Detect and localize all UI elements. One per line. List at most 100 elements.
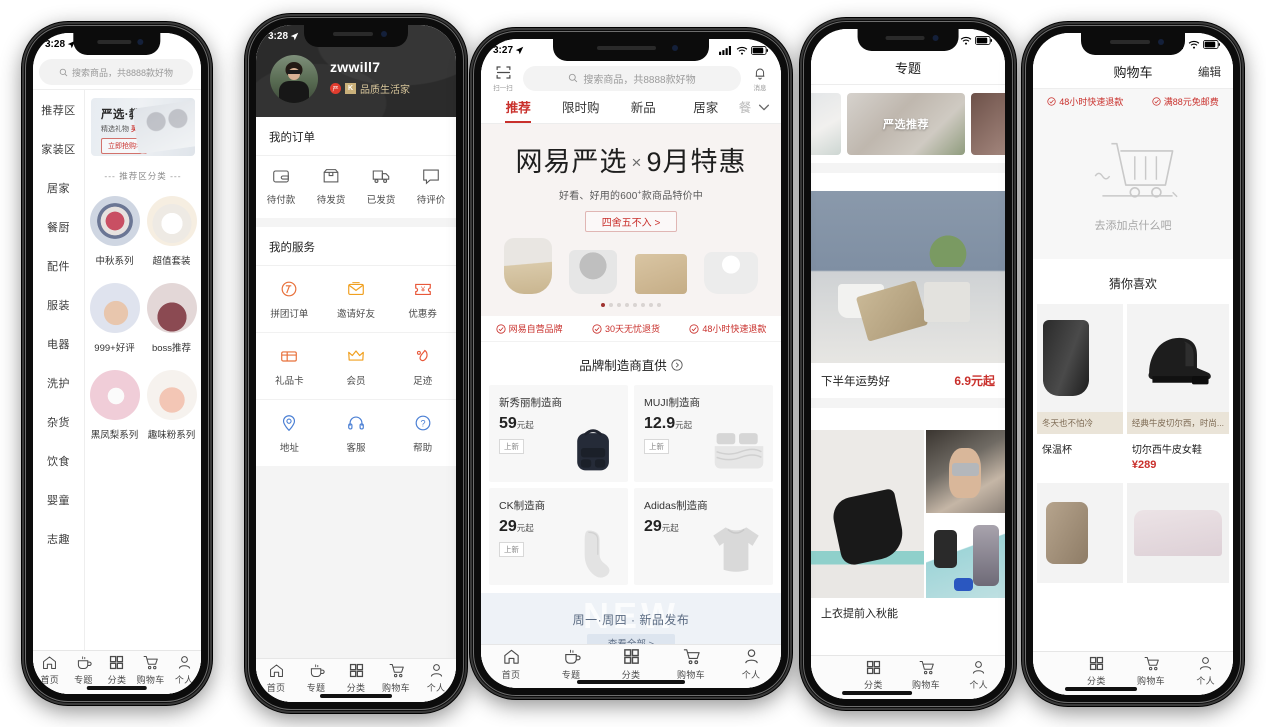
sidebar-item-4[interactable]: 配件 [33,246,84,285]
tab-home-goods[interactable]: 居家 [675,97,738,123]
carousel-dot[interactable] [625,303,629,307]
expand-tabs-button[interactable] [753,100,775,121]
tab-home[interactable]: 首页 [481,647,541,681]
tab-category[interactable]: 分类 [601,647,661,681]
tab-category[interactable]: 分类 [100,654,134,686]
tab-new[interactable]: 新品 [612,97,675,123]
cart-scroll[interactable]: 48小时快速退款 满88元免邮费 去添加点什么吧 猜你喜欢 冬天也不怕冷 保温杯… [1033,89,1233,695]
order-status-review[interactable]: 待评价 [406,166,456,206]
topic-card[interactable]: 严选推荐 [847,93,965,155]
topic-card[interactable]: 挑款! [971,93,1005,155]
tab-profile[interactable]: 个人 [167,654,201,686]
brand-card[interactable]: MUJI制造商 12.9元起 上新 [634,385,773,482]
sidebar-item-7[interactable]: 洗护 [33,363,84,402]
carousel-dots[interactable] [481,298,781,316]
service-coupon[interactable]: ¥ 优惠券 [389,266,456,333]
grid-item[interactable]: boss推荐 [144,277,199,362]
tab-profile[interactable]: 个人 [416,662,456,694]
carousel-dot-active[interactable] [601,303,605,307]
sidebar-item-0[interactable]: 推荐区 [33,90,84,129]
tab-topic[interactable]: 专题 [67,654,101,686]
grid-item[interactable]: 超值套装 [144,190,199,275]
tab-category[interactable]: 分类 [1069,655,1124,687]
search-input[interactable]: 搜索商品，共8888款好物 [39,59,193,85]
tab-topic[interactable]: 专题 [541,647,601,681]
grid-item[interactable]: 趣味粉系列 [144,364,199,449]
product-card[interactable]: 经典牛皮切尔西，时尚... 切尔西牛皮女鞋 ¥289 [1126,304,1229,479]
tab-flash-sale[interactable]: 限时购 [550,97,613,123]
promo-banner[interactable]: 严选·教师节 精选礼物 买1送1 立即抢购> [91,98,195,156]
tab-profile[interactable]: 个人 [1178,655,1233,687]
topic-row-header[interactable]: 下半年运势好 6.9元起 [811,363,1005,398]
category-sidebar[interactable]: 推荐区 家装区 居家 餐厨 配件 服装 电器 洗护 杂货 饮食 婴童 志趣 [33,90,85,694]
tab-cart[interactable]: 购物车 [1124,655,1179,687]
tab-category[interactable]: 分类 [847,659,900,691]
service-gift-card[interactable]: 礼品卡 [256,333,323,400]
tab-category[interactable]: 分类 [336,662,376,694]
brand-card[interactable]: Adidas制造商 29元起 [634,488,773,585]
topic-card-row[interactable]: 严选推荐 挑款! [811,85,1005,163]
grid-item[interactable]: 999+好评 [87,277,142,362]
sidebar-item-8[interactable]: 杂货 [33,402,84,441]
topic-hero-image[interactable] [811,191,1005,363]
service-invite[interactable]: 邀请好友 [322,266,390,333]
topic-scroll[interactable]: 严选推荐 挑款! 下半年运势 [811,85,1005,699]
mosaic-image-large[interactable] [811,430,924,598]
scan-button[interactable]: 扫一扫 [489,64,517,92]
service-group-buy[interactable]: 拼团订单 [256,266,323,333]
service-help[interactable]: ? 帮助 [389,400,456,466]
brand-card[interactable]: CK制造商 29元起 上新 [489,488,628,585]
sidebar-item-6[interactable]: 电器 [33,324,84,363]
service-member[interactable]: 会员 [322,333,390,400]
sidebar-item-11[interactable]: 志趣 [33,519,84,558]
sidebar-item-9[interactable]: 饮食 [33,441,84,480]
topic-mosaic[interactable] [811,430,1005,598]
mosaic-image-gym[interactable] [925,430,1005,513]
tab-home[interactable]: 首页 [33,654,67,686]
grid-item[interactable]: 黑凤梨系列 [87,364,142,449]
carousel-dot[interactable] [609,303,613,307]
tab-recommend[interactable]: 推荐 [487,97,550,123]
avatar[interactable] [270,55,318,103]
grid-item[interactable]: 中秋系列 [87,190,142,275]
tab-profile[interactable]: 个人 [952,659,1005,691]
edit-button[interactable]: 编辑 [1198,64,1221,80]
order-status-pending-ship[interactable]: 待发货 [306,166,356,206]
topic-card[interactable] [811,93,841,155]
tab-kitchen[interactable]: 餐 [737,97,753,123]
service-support[interactable]: 客服 [323,400,390,466]
messages-button[interactable]: 消息 [747,65,773,92]
tab-cart[interactable]: 购物车 [900,659,953,691]
tab-profile[interactable]: 个人 [721,647,781,681]
sidebar-item-2[interactable]: 居家 [33,168,84,207]
carousel-dot[interactable] [617,303,621,307]
carousel-dot[interactable] [633,303,637,307]
tab-topic[interactable]: 专题 [296,662,336,694]
tab-cart[interactable]: 购物车 [376,662,416,694]
order-status-unpaid[interactable]: 待付款 [256,166,306,206]
sidebar-item-1[interactable]: 家装区 [33,129,84,168]
tab-home[interactable]: 首页 [256,662,296,694]
service-address[interactable]: 地址 [256,400,323,466]
sidebar-item-10[interactable]: 婴童 [33,480,84,519]
home-tabs[interactable]: 推荐 限时购 新品 居家 餐 [481,92,781,124]
carousel-dot[interactable] [657,303,661,307]
sidebar-item-5[interactable]: 服装 [33,285,84,324]
hero-cta-button[interactable]: 四舍五不入 > [585,211,677,232]
product-card[interactable] [1126,483,1229,583]
order-status-shipped[interactable]: 已发货 [356,166,406,206]
search-input[interactable]: 搜索商品，共8888款好物 [523,65,741,91]
brand-section-header[interactable]: 品牌制造商直供 [481,342,781,385]
tab-cart[interactable]: 购物车 [134,654,168,686]
hero-banner[interactable]: 网易严选 × 9月特惠 好看、好用的600+款商品特价中 四舍五不入 > [481,124,781,316]
service-footprint[interactable]: 足迹 [389,333,456,400]
home-scroll[interactable]: 网易严选 × 9月特惠 好看、好用的600+款商品特价中 四舍五不入 > 网易自… [481,124,781,688]
tab-cart[interactable]: 购物车 [661,647,721,681]
carousel-dot[interactable] [641,303,645,307]
brand-card[interactable]: 新秀丽制造商 59元起 上新 [489,385,628,482]
product-card[interactable] [1037,483,1123,583]
mosaic-image-gear[interactable] [925,515,1005,598]
product-card[interactable]: 冬天也不怕冷 保温杯 [1037,304,1123,479]
sidebar-item-3[interactable]: 餐厨 [33,207,84,246]
carousel-dot[interactable] [649,303,653,307]
